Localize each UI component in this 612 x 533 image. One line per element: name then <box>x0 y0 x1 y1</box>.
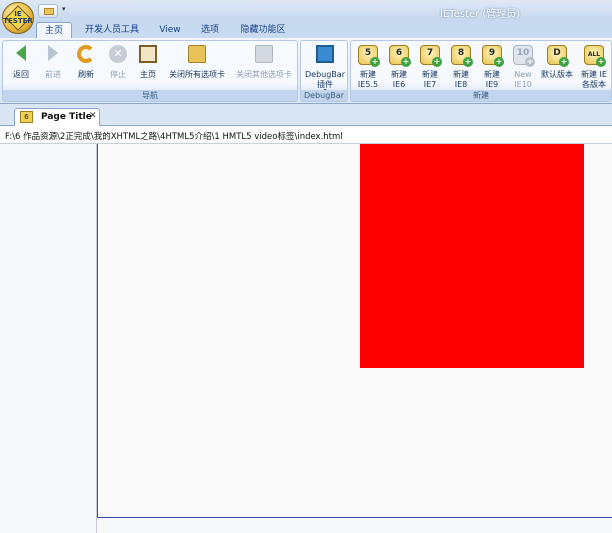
document-tab[interactable]: 6 Page Title ✕ <box>14 108 100 126</box>
group-debugbar-caption: DebugBar <box>301 90 347 101</box>
group-debugbar: DebugBar 插件 ▾ DebugBar <box>300 40 348 102</box>
new-ie8-label: 新建 IE8 <box>453 70 469 89</box>
orb-label: IE TESTER <box>3 10 33 25</box>
tab-home[interactable]: 主页 <box>36 22 72 38</box>
forward-arrow-icon <box>48 45 58 61</box>
quick-access-dropdown-icon[interactable]: ▾ <box>62 5 70 15</box>
all-ie-icon: ALL + <box>584 45 606 67</box>
ribbon: 返回 ▾ 前进 ▾ 刷新 ▾ ✕ 停止 主页 关闭所有选项卡 关闭其他选项卡 <box>0 38 612 104</box>
forward-button[interactable]: 前进 ▾ <box>37 43 69 97</box>
ie8-icon: 8 + <box>451 45 473 67</box>
home-button[interactable]: 主页 <box>133 43 163 91</box>
new-ie9-button[interactable]: 9 + 新建 IE9 <box>477 43 507 91</box>
group-new: 5 + 新建 IE5.5 6 + 新建 IE6 7 + 新建 IE7 8 + 新建 IE… <box>350 40 612 102</box>
group-new-caption: 新建 <box>351 90 611 101</box>
new-ie10-button[interactable]: 10 + New IE10 <box>508 43 538 91</box>
new-all-ie-button[interactable]: ALL + 新建 IE 各版本 <box>577 43 611 91</box>
tab-options[interactable]: 选项 <box>192 22 228 38</box>
ie9-icon: 9 + <box>482 45 504 67</box>
ie6-icon: 6 + <box>389 45 411 67</box>
tab-view[interactable]: View <box>152 22 188 38</box>
back-arrow-icon <box>16 45 26 61</box>
stop-label: 停止 <box>110 70 126 79</box>
back-label: 返回 <box>13 70 29 79</box>
new-ie8-button[interactable]: 8 + 新建 IE8 <box>446 43 476 91</box>
ie7-icon: 7 + <box>420 45 442 67</box>
tab-developer-tools[interactable]: 开发人员工具 <box>78 22 146 38</box>
new-all-ie-label: 新建 IE 各版本 <box>581 70 607 89</box>
default-version-button[interactable]: D + 默认版本 <box>539 43 575 91</box>
app-orb-button[interactable]: IE TESTER <box>2 2 34 34</box>
new-ie7-button[interactable]: 7 + 新建 IE7 <box>415 43 445 91</box>
address-bar[interactable]: F:\6 作品资源\2正完成\我的XHTML之路\4HTML5介绍\1 HMTL… <box>0 127 612 144</box>
quick-access-open-button[interactable] <box>38 4 58 18</box>
new-ie55-button[interactable]: 5 + 新建 IE5.5 <box>353 43 383 91</box>
close-all-tabs-button[interactable]: 关闭所有选项卡 <box>163 43 231 91</box>
address-text[interactable]: F:\6 作品资源\2正完成\我的XHTML之路\4HTML5介绍\1 HMTL… <box>5 130 343 142</box>
close-all-tabs-label: 关闭所有选项卡 <box>169 70 225 79</box>
stop-icon: ✕ <box>109 45 127 63</box>
side-panel <box>0 144 97 533</box>
home-icon <box>139 45 157 63</box>
group-navigation: 返回 ▾ 前进 ▾ 刷新 ▾ ✕ 停止 主页 关闭所有选项卡 关闭其他选项卡 <box>2 40 298 102</box>
ribbon-tab-row: 主页 开发人员工具 View 选项 隐藏功能区 <box>0 22 612 38</box>
title-bar: IE TESTER ▾ IETester (管理员) <box>0 0 612 34</box>
home-label: 主页 <box>140 70 156 79</box>
new-ie55-label: 新建 IE5.5 <box>357 70 379 89</box>
close-other-tabs-button[interactable]: 关闭其他选项卡 <box>231 43 297 91</box>
document-tab-strip: 6 Page Title ✕ <box>0 104 612 126</box>
document-tab-title: Page Title <box>41 112 92 122</box>
debugbar-icon <box>316 45 334 63</box>
refresh-button[interactable]: 刷新 ▾ <box>69 43 103 97</box>
new-ie9-label: 新建 IE9 <box>484 70 500 89</box>
close-all-tabs-icon <box>188 45 206 63</box>
window-title: IETester (管理员) <box>440 9 521 20</box>
browser-viewport <box>0 144 612 533</box>
stop-button[interactable]: ✕ 停止 <box>103 43 133 91</box>
new-ie6-button[interactable]: 6 + 新建 IE6 <box>384 43 414 91</box>
close-tab-icon[interactable]: ✕ <box>89 111 97 121</box>
debugbar-plugin-button[interactable]: DebugBar 插件 ▾ <box>302 43 348 94</box>
back-button[interactable]: 返回 ▾ <box>5 43 37 97</box>
refresh-icon <box>77 45 95 63</box>
ie55-icon: 5 + <box>358 45 380 67</box>
rendered-page-frame <box>97 144 612 518</box>
new-ie7-label: 新建 IE7 <box>422 70 438 89</box>
forward-label: 前进 <box>45 70 61 79</box>
new-ie6-label: 新建 IE6 <box>391 70 407 89</box>
folder-icon <box>44 8 54 15</box>
new-ie10-label: New IE10 <box>514 70 532 89</box>
ie6-tab-icon: 6 <box>20 111 33 123</box>
group-navigation-caption: 导航 <box>3 90 297 101</box>
close-other-tabs-label: 关闭其他选项卡 <box>236 70 292 79</box>
close-other-tabs-icon <box>255 45 273 63</box>
default-version-label: 默认版本 <box>541 70 573 79</box>
refresh-label: 刷新 <box>78 70 94 79</box>
red-box <box>360 144 584 368</box>
ie10-icon: 10 + <box>513 45 535 67</box>
default-version-icon: D + <box>547 45 569 67</box>
tab-hide-ribbon[interactable]: 隐藏功能区 <box>232 22 294 38</box>
